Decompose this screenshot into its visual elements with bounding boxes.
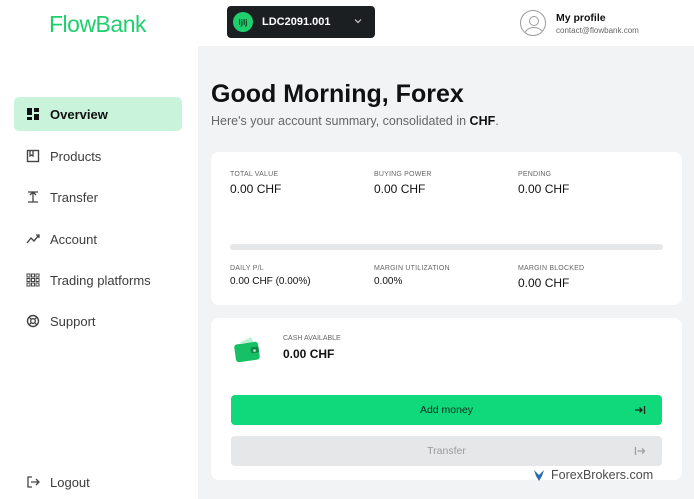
flowbank-logo[interactable]: FlowBank — [49, 11, 146, 38]
account-id: LDC2091.001 — [262, 16, 331, 28]
profile-menu[interactable]: My profile contact@flowbank.com — [520, 10, 639, 36]
cash-card: CASH AVAILABLE 0.00 CHF Add money Transf… — [211, 318, 682, 480]
logout-button[interactable]: Logout — [14, 465, 182, 499]
sidebar-item-transfer[interactable]: Transfer — [14, 180, 182, 214]
lifebuoy-icon — [26, 314, 40, 328]
transfer-button[interactable]: Transfer — [231, 436, 662, 466]
sidebar-item-support[interactable]: Support — [14, 304, 182, 338]
sidebar-item-products[interactable]: Products — [14, 139, 182, 173]
account-summary-card: TOTAL VALUE 0.00 CHF BUYING POWER 0.00 C… — [211, 152, 682, 305]
cash-available-label: CASH AVAILABLE — [283, 335, 341, 342]
sidebar-item-label: Transfer — [50, 189, 98, 205]
add-money-label: Add money — [419, 404, 474, 416]
profile-name: My profile — [556, 11, 606, 24]
currency-code: CHF — [469, 114, 496, 128]
sidebar-item-account[interactable]: Account — [14, 222, 182, 256]
add-money-button[interactable]: Add money — [231, 395, 662, 425]
metric-total-value: TOTAL VALUE 0.00 CHF — [230, 171, 282, 196]
margin-progress-bar — [230, 244, 663, 250]
bookmark-box-icon — [26, 149, 40, 163]
grid-dots-icon — [26, 273, 40, 287]
metric-margin-blocked: MARGIN BLOCKED 0.00 CHF — [518, 265, 585, 290]
sidebar-item-trading-platforms[interactable]: Trading platforms — [14, 263, 182, 297]
trend-line-icon — [26, 232, 40, 246]
chevron-down-icon — [354, 19, 362, 24]
sidebar-item-overview[interactable]: Overview — [14, 97, 182, 131]
arrow-from-bar-icon — [634, 447, 646, 455]
sidebar-item-label: Products — [50, 148, 102, 164]
account-badge: ljlj — [233, 12, 253, 32]
sidebar: FlowBank Overview Products Transfer Acco… — [0, 0, 198, 499]
metric-daily-pl: DAILY P/L 0.00 CHF (0.00%) — [230, 265, 311, 287]
page-subtitle: Here's your account summary, consolidate… — [211, 114, 499, 128]
wallet-icon — [234, 337, 260, 363]
sidebar-item-label: Account — [50, 231, 97, 247]
transfer-icon — [26, 190, 40, 204]
bull-logo-icon — [534, 470, 544, 481]
metric-pending: PENDING 0.00 CHF — [518, 171, 570, 196]
avatar-icon — [520, 10, 546, 36]
logout-label: Logout — [50, 474, 90, 490]
metric-margin-utilization: MARGIN UTILIZATION 0.00% — [374, 265, 450, 287]
profile-email: contact@flowbank.com — [556, 25, 639, 35]
account-selector[interactable]: ljlj LDC2091.001 — [227, 6, 375, 38]
forexbrokers-watermark: ForexBrokers.com — [531, 467, 653, 483]
sidebar-item-label: Support — [50, 313, 96, 329]
top-bar: ljlj LDC2091.001 My profile contact@flow… — [198, 0, 694, 46]
arrow-to-bar-icon — [635, 406, 646, 414]
cash-available-value: 0.00 CHF — [283, 347, 335, 361]
dashboard-grid-icon — [26, 107, 40, 121]
transfer-label: Transfer — [427, 445, 466, 457]
sidebar-item-label: Overview — [50, 106, 108, 122]
sidebar-item-label: Trading platforms — [50, 272, 151, 288]
metric-buying-power: BUYING POWER 0.00 CHF — [374, 171, 432, 196]
logout-icon — [26, 475, 40, 489]
page-title: Good Morning, Forex — [211, 80, 464, 108]
